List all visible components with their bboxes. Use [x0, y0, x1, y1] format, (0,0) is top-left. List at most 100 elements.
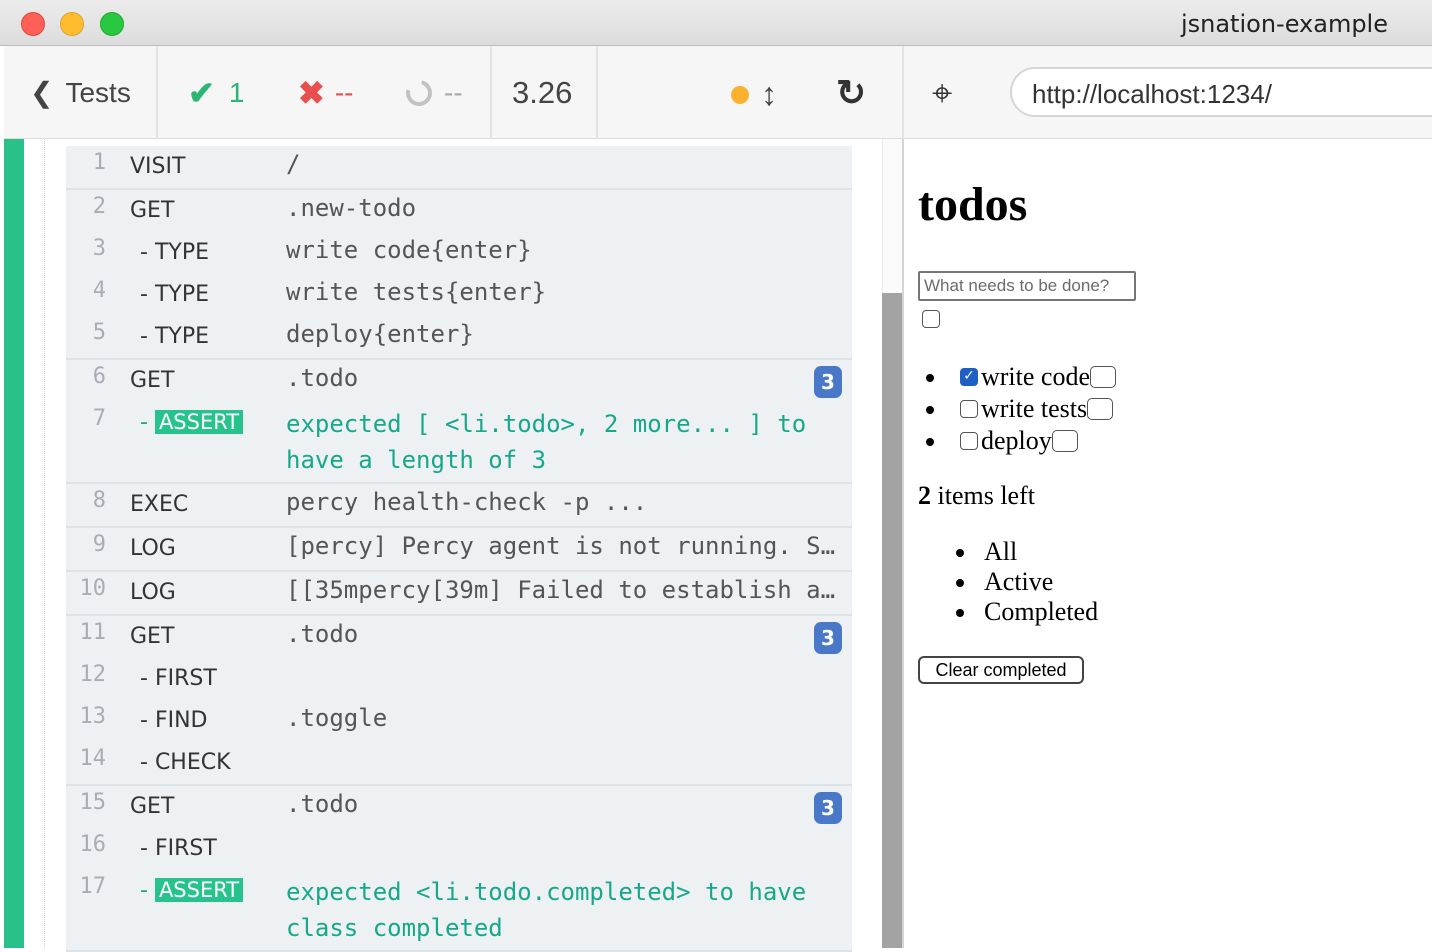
- command-row[interactable]: 17 - ASSERT expected <li.todo.completed> t…: [66, 870, 852, 950]
- command-number: 3: [92, 236, 106, 261]
- todo-toggle-checkbox[interactable]: [960, 432, 978, 451]
- command-row[interactable]: 5 - TYPE deploy{enter}: [66, 316, 852, 358]
- back-to-tests-button[interactable]: ❮ Tests: [30, 46, 131, 139]
- todo-toggle-checkbox[interactable]: [960, 400, 978, 419]
- command-number: 11: [79, 620, 107, 645]
- child-dash: -: [140, 410, 155, 435]
- command-row[interactable]: 6 GET .todo: [66, 360, 852, 402]
- clear-completed-button[interactable]: Clear completed: [918, 656, 1084, 684]
- todo-list: ✓ write code write tests deploy: [926, 361, 1117, 457]
- todo-item: write tests: [926, 393, 1116, 425]
- command-row[interactable]: 2 GET .new-todo: [66, 190, 852, 232]
- command-group[interactable]: 9 LOG [percy] Percy agent is not running. …: [66, 528, 852, 572]
- command-name-text: FIRST: [154, 836, 217, 861]
- items-left-count: 2: [918, 481, 931, 510]
- command-row[interactable]: 13 - FIND .toggle: [66, 700, 852, 742]
- command-row[interactable]: 3 - TYPE write code{enter}: [66, 232, 852, 274]
- child-dash: -: [140, 282, 155, 307]
- command-message: .todo: [286, 790, 359, 818]
- command-group[interactable]: 10 LOG [[35mpercy[39m] Failed to establish…: [66, 572, 852, 616]
- command-group[interactable]: 3 11 GET .todo 12- FIRST 13- FIND .toggle 14- C…: [66, 616, 852, 786]
- command-name: GET: [130, 198, 174, 223]
- assert-badge: ASSERT: [154, 878, 244, 902]
- reload-icon[interactable]: ↻: [836, 72, 866, 114]
- auto-scroll-toggle-icon[interactable]: ↕: [761, 76, 777, 113]
- scrollbar-thumb[interactable]: [882, 293, 902, 948]
- command-name-text: VISIT: [130, 154, 186, 179]
- destroy-todo-button[interactable]: [1090, 366, 1117, 389]
- filter-label: Completed: [984, 597, 1099, 626]
- command-name: - FIRST: [140, 836, 217, 861]
- filter-item[interactable]: Active: [956, 567, 1098, 597]
- command-name-text: TYPE: [154, 282, 209, 307]
- child-dash: -: [140, 836, 155, 861]
- url-bar[interactable]: http://localhost:1234/: [1010, 67, 1432, 117]
- filter-item[interactable]: Completed: [956, 597, 1099, 627]
- command-group[interactable]: 3 15 GET .todo 16- FIRST 17- ASSERT expected <…: [66, 786, 852, 952]
- command-name: - TYPE: [140, 240, 209, 265]
- command-row[interactable]: 9 LOG [percy] Percy agent is not running. …: [66, 528, 852, 570]
- command-number: 7: [92, 406, 106, 431]
- bullet-icon: [956, 609, 964, 617]
- command-number: 1: [92, 150, 106, 175]
- command-row[interactable]: 15 GET .todo: [66, 786, 852, 828]
- window-titlebar: jsnation-example: [0, 0, 1432, 46]
- command-name: VISIT: [130, 154, 185, 179]
- child-dash: -: [140, 324, 155, 349]
- command-row[interactable]: 11 GET .todo: [66, 616, 852, 658]
- bullet-icon: [956, 579, 964, 587]
- filter-label: All: [984, 537, 1018, 566]
- app-preview: todos What needs to be done? ✓ write code…: [918, 139, 1432, 948]
- todo-toggle-checkbox[interactable]: ✓: [960, 368, 978, 387]
- todo-label: write tests: [981, 394, 1088, 423]
- test-status-bar: [4, 139, 24, 948]
- todo-label: deploy: [981, 426, 1052, 455]
- items-left-text: items left: [931, 481, 1035, 510]
- indent-guide: [44, 139, 45, 948]
- command-group[interactable]: 8 EXEC percy health-check -p ...: [66, 484, 852, 528]
- command-name: LOG: [130, 580, 176, 605]
- command-name-text: FIND: [154, 708, 208, 733]
- command-row[interactable]: 10 LOG [[35mpercy[39m] Failed to establish…: [66, 572, 852, 614]
- command-number: 10: [79, 576, 107, 601]
- command-name: LOG: [130, 536, 176, 561]
- command-row[interactable]: 12 - FIRST: [66, 658, 852, 700]
- todo-label: write code: [981, 362, 1091, 391]
- command-row[interactable]: 7 - ASSERT expected [ <li.todo>, 2 more...…: [66, 402, 852, 482]
- command-name: GET: [130, 794, 174, 819]
- command-name-text: GET: [130, 794, 175, 819]
- bullet-icon: [926, 374, 934, 382]
- command-group[interactable]: 3 6 GET .todo 7- ASSERT expected [ <li.todo>,…: [66, 360, 852, 484]
- failed-stat: ✖ --: [298, 46, 353, 139]
- destroy-todo-button[interactable]: [1087, 398, 1114, 421]
- command-row[interactable]: 4 - TYPE write tests{enter}: [66, 274, 852, 316]
- command-name: GET: [130, 624, 174, 649]
- command-name-text: GET: [130, 624, 175, 649]
- command-number: 4: [92, 278, 106, 303]
- command-message: .new-todo: [286, 194, 417, 222]
- toggle-all-checkbox[interactable]: [922, 310, 940, 328]
- check-icon: ✔: [188, 74, 215, 111]
- command-name-text: LOG: [130, 536, 176, 561]
- command-row[interactable]: 1 VISIT /: [66, 146, 852, 188]
- close-window-button[interactable]: [21, 12, 45, 36]
- command-name-text: TYPE: [154, 240, 209, 265]
- destroy-todo-button[interactable]: [1051, 430, 1078, 453]
- selector-playground-icon[interactable]: ⌖: [932, 72, 952, 115]
- command-row[interactable]: 14 - CHECK: [66, 742, 852, 784]
- command-number: 14: [79, 746, 107, 771]
- bullet-icon: [926, 438, 934, 446]
- duration: 3.26: [512, 74, 573, 110]
- minimize-window-button[interactable]: [60, 12, 84, 36]
- filter-item[interactable]: All: [956, 537, 1098, 567]
- zoom-window-button[interactable]: [100, 12, 124, 36]
- command-group[interactable]: 1 VISIT /: [66, 146, 852, 190]
- command-name: EXEC: [130, 492, 188, 517]
- command-name-text: GET: [130, 368, 175, 393]
- command-row[interactable]: 16 - FIRST: [66, 828, 852, 870]
- panel-divider[interactable]: [902, 139, 904, 948]
- command-message: [[35mpercy[39m] Failed to establish a…: [286, 576, 836, 604]
- command-group[interactable]: 2 GET .new-todo 3 - TYPE write code{enter} 4 - …: [66, 190, 852, 360]
- new-todo-input[interactable]: What needs to be done?: [918, 271, 1136, 301]
- command-row[interactable]: 8 EXEC percy health-check -p ...: [66, 484, 852, 526]
